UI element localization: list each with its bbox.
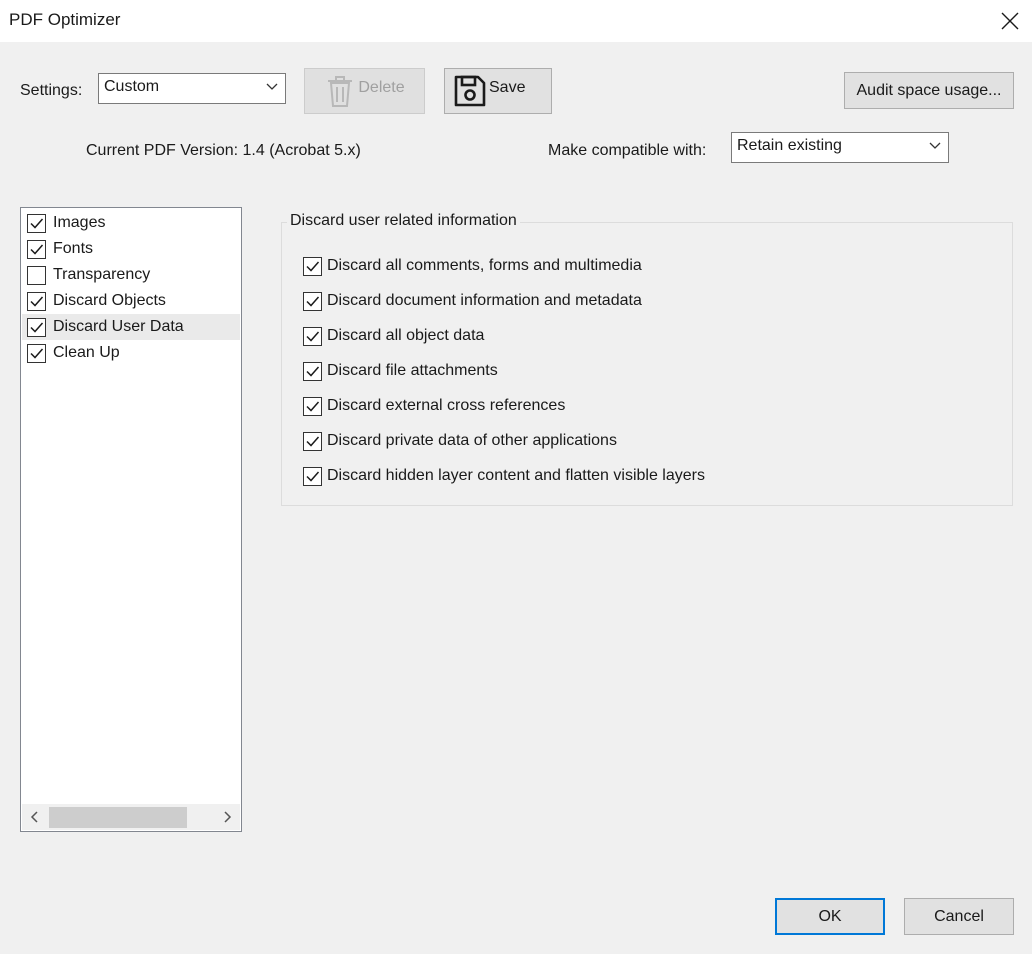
- scrollbar-thumb[interactable]: [49, 807, 187, 828]
- option-discard-hidden-layers[interactable]: Discard hidden layer content and flatten…: [303, 465, 705, 487]
- panel-item-clean-up[interactable]: Clean Up: [22, 340, 240, 366]
- checkmark-icon: [306, 401, 320, 412]
- audit-button-label: Audit space usage...: [856, 81, 1002, 99]
- checkmark-icon: [30, 218, 44, 229]
- panel-item-discard-objects[interactable]: Discard Objects: [22, 288, 240, 314]
- checkmark-icon: [306, 366, 320, 377]
- title-bar: PDF Optimizer: [0, 0, 1032, 42]
- option-discard-file-attachments[interactable]: Discard file attachments: [303, 360, 498, 382]
- checkbox[interactable]: [303, 256, 322, 276]
- cancel-button-label: Cancel: [934, 907, 984, 925]
- close-icon: [1001, 12, 1019, 30]
- checkbox[interactable]: [303, 466, 322, 486]
- panel-label: Discard User Data: [53, 318, 184, 335]
- settings-dropdown-value: Custom: [104, 78, 160, 95]
- window-title: PDF Optimizer: [9, 10, 121, 29]
- panel-label: Transparency: [53, 266, 151, 283]
- option-label: Discard private data of other applicatio…: [327, 432, 617, 449]
- checkmark-icon: [30, 322, 44, 333]
- panel-checkbox-clean-up[interactable]: [27, 343, 46, 363]
- panel-checkbox-fonts[interactable]: [27, 239, 46, 259]
- checkmark-icon: [306, 471, 320, 482]
- group-title: Discard user related information: [287, 212, 520, 230]
- audit-space-usage-button[interactable]: Audit space usage...: [844, 72, 1014, 109]
- panel-checkbox-transparency[interactable]: [27, 265, 46, 285]
- option-discard-object-data[interactable]: Discard all object data: [303, 325, 484, 347]
- panel-checkbox-discard-user-data[interactable]: [27, 317, 46, 337]
- save-button-label: Save: [489, 79, 526, 96]
- panel-item-images[interactable]: Images: [22, 210, 240, 236]
- cancel-button[interactable]: Cancel: [904, 898, 1014, 935]
- trash-icon: [328, 76, 353, 107]
- option-label: Discard all object data: [327, 327, 485, 344]
- close-button[interactable]: [988, 0, 1032, 42]
- panel-checkbox-images[interactable]: [27, 213, 46, 233]
- checkmark-icon: [306, 331, 320, 342]
- option-label: Discard all comments, forms and multimed…: [327, 257, 642, 274]
- current-pdf-version: Current PDF Version: 1.4 (Acrobat 5.x): [86, 142, 361, 159]
- panel-item-fonts[interactable]: Fonts: [22, 236, 240, 262]
- panel-label: Images: [53, 214, 106, 231]
- option-discard-cross-references[interactable]: Discard external cross references: [303, 395, 565, 417]
- ok-button[interactable]: OK: [775, 898, 885, 935]
- delete-button-label: Delete: [358, 79, 405, 96]
- panel-label: Discard Objects: [53, 292, 166, 309]
- scroll-right-icon[interactable]: [220, 810, 234, 824]
- compat-label: Make compatible with:: [548, 142, 707, 159]
- panel-checkbox-discard-objects[interactable]: [27, 291, 46, 311]
- option-discard-private-data[interactable]: Discard private data of other applicatio…: [303, 430, 617, 452]
- checkbox[interactable]: [303, 326, 322, 346]
- save-button[interactable]: Save: [444, 68, 552, 114]
- horizontal-scrollbar[interactable]: [22, 804, 240, 830]
- option-label: Discard external cross references: [327, 397, 566, 414]
- option-label: Discard file attachments: [327, 362, 498, 379]
- option-label: Discard hidden layer content and flatten…: [327, 467, 705, 484]
- chevron-down-icon: [929, 142, 941, 149]
- panel-label: Clean Up: [53, 344, 120, 361]
- option-discard-document-info[interactable]: Discard document information and metadat…: [303, 290, 642, 312]
- panel-list[interactable]: Images Fonts Transparency Discard Object…: [20, 207, 242, 832]
- checkbox[interactable]: [303, 431, 322, 451]
- chevron-down-icon: [266, 83, 278, 90]
- compat-dropdown-value: Retain existing: [737, 137, 842, 154]
- scroll-left-icon[interactable]: [28, 810, 42, 824]
- checkmark-icon: [30, 244, 44, 255]
- settings-dropdown[interactable]: Custom: [98, 73, 286, 104]
- delete-button[interactable]: Delete: [304, 68, 425, 114]
- option-label: Discard document information and metadat…: [327, 292, 642, 309]
- panel-item-discard-user-data[interactable]: Discard User Data: [22, 314, 240, 340]
- checkmark-icon: [306, 436, 320, 447]
- checkbox[interactable]: [303, 361, 322, 381]
- settings-label: Settings:: [20, 82, 83, 99]
- checkmark-icon: [306, 261, 320, 272]
- compat-dropdown[interactable]: Retain existing: [731, 132, 949, 163]
- floppy-disk-icon: [454, 75, 486, 107]
- panel-item-transparency[interactable]: Transparency: [22, 262, 240, 288]
- panel-label: Fonts: [53, 240, 94, 257]
- ok-button-label: OK: [818, 907, 842, 925]
- checkbox[interactable]: [303, 291, 322, 311]
- checkmark-icon: [30, 296, 44, 307]
- checkbox[interactable]: [303, 396, 322, 416]
- checkmark-icon: [306, 296, 320, 307]
- checkmark-icon: [30, 348, 44, 359]
- option-discard-comments[interactable]: Discard all comments, forms and multimed…: [303, 255, 642, 277]
